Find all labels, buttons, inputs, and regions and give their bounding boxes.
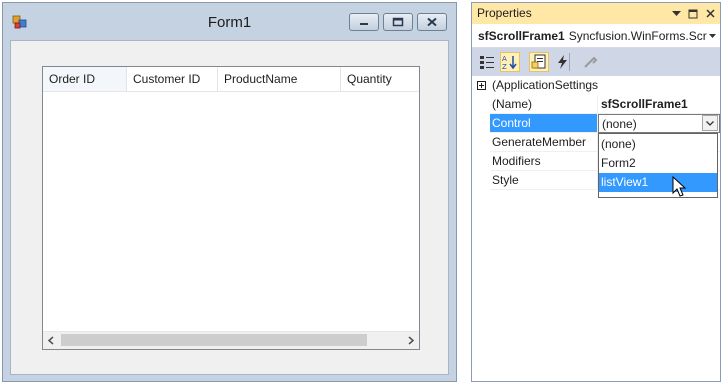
property-name: (ApplicationSettings — [492, 78, 599, 92]
properties-title-bar: Properties — [472, 3, 720, 24]
dropdown-option-listview1[interactable]: listView1 — [599, 173, 717, 192]
properties-toolbar: A Z — [472, 48, 720, 76]
restore-icon — [688, 9, 698, 18]
properties-title: Properties — [477, 6, 532, 20]
chevron-right-icon — [408, 336, 415, 345]
scroll-left-button[interactable] — [43, 332, 60, 349]
column-header-quantity[interactable]: Quantity — [341, 67, 419, 91]
property-pages-icon — [584, 56, 598, 68]
chevron-left-icon — [47, 336, 54, 345]
svg-text:A: A — [502, 55, 507, 63]
alphabetical-icon: A Z — [502, 55, 517, 70]
panel-menu-button[interactable] — [670, 8, 682, 20]
close-icon — [427, 17, 437, 27]
form-window: Form1 Order ID Customer ID ProductName Q… — [2, 2, 457, 382]
property-name: Modifiers — [490, 152, 598, 171]
object-selector[interactable]: sfScrollFrame1 Syncfusion.WinForms.Scro — [472, 24, 720, 48]
maximize-button[interactable] — [383, 13, 413, 31]
minimize-button[interactable] — [349, 13, 379, 31]
dropdown-arrow-icon — [708, 33, 716, 38]
minimize-icon — [360, 23, 368, 25]
close-icon — [705, 9, 715, 18]
panel-close-button[interactable] — [704, 8, 716, 20]
panel-float-button[interactable] — [687, 8, 699, 20]
property-value[interactable]: sfScrollFrame1 — [598, 95, 720, 114]
categorized-button[interactable] — [477, 52, 497, 72]
list-view[interactable]: Order ID Customer ID ProductName Quantit… — [42, 66, 420, 350]
form-title-bar[interactable]: Form1 — [3, 3, 456, 41]
column-header-product-name[interactable]: ProductName — [218, 67, 341, 91]
horizontal-scrollbar[interactable] — [43, 331, 419, 349]
control-dropdown-list[interactable]: (none) Form2 listView1 — [598, 133, 718, 198]
categorized-icon — [480, 56, 494, 69]
properties-button[interactable] — [529, 52, 549, 72]
maximize-icon — [392, 17, 404, 27]
close-button[interactable] — [417, 13, 447, 31]
events-icon — [558, 55, 567, 69]
dropdown-option-none[interactable]: (none) — [599, 135, 717, 154]
property-name: Style — [490, 171, 598, 190]
column-header-order-id[interactable]: Order ID — [43, 67, 127, 91]
property-pages-button[interactable] — [580, 52, 600, 72]
alphabetical-button[interactable]: A Z — [500, 52, 520, 72]
object-selector-arrow[interactable] — [707, 24, 717, 47]
form-client-area: Order ID Customer ID ProductName Quantit… — [10, 40, 449, 375]
properties-icon — [531, 54, 546, 69]
toolbar-separator — [569, 53, 570, 71]
chevron-down-icon — [706, 120, 714, 126]
property-row-name[interactable]: (Name) sfScrollFrame1 — [472, 95, 720, 114]
column-header-customer-id[interactable]: Customer ID — [127, 67, 218, 91]
dropdown-option-form2[interactable]: Form2 — [599, 154, 717, 173]
mouse-cursor-icon — [672, 176, 687, 197]
property-name: Control — [490, 114, 598, 133]
property-name: GenerateMember — [490, 133, 598, 152]
scroll-thumb[interactable] — [61, 334, 367, 346]
control-dropdown-button[interactable] — [702, 115, 718, 131]
list-view-header: Order ID Customer ID ProductName Quantit… — [43, 67, 419, 92]
scroll-right-button[interactable] — [402, 332, 419, 349]
object-name: sfScrollFrame1 — [478, 29, 565, 43]
object-type: Syncfusion.WinForms.Scro — [568, 29, 714, 43]
dropdown-arrow-icon — [671, 10, 681, 16]
property-row-control[interactable]: Control (none) — [472, 114, 720, 133]
expand-icon[interactable] — [477, 81, 486, 90]
property-row-application-settings[interactable]: (ApplicationSettings — [472, 76, 720, 95]
property-name: (Name) — [490, 95, 598, 114]
svg-text:Z: Z — [502, 63, 507, 70]
